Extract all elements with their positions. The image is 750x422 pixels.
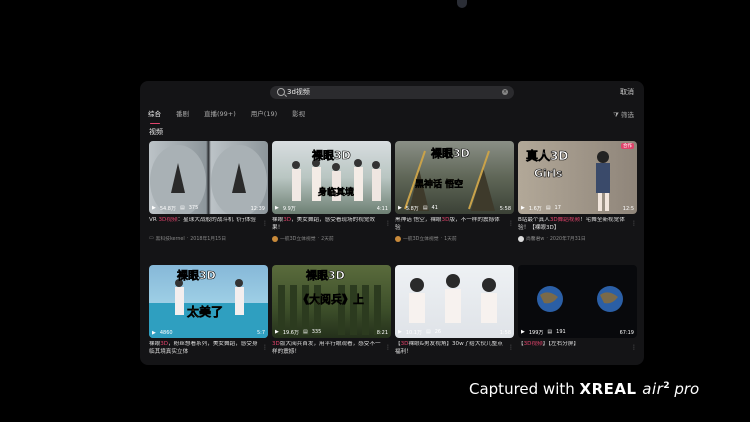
search-input[interactable]: 3d视频 ×	[270, 86, 514, 99]
video-title[interactable]: VR 3D视频：星球大战般的战斗机飞行体验	[149, 217, 259, 232]
video-duration: 12:39	[250, 206, 265, 212]
video-card[interactable]: 裸眼3D 太美了 ▶ 4860 5:7 裸眼3D，粉丝想看系列，美女舞蹈，感受身…	[149, 265, 268, 356]
video-card[interactable]: ▶ 54.8万 ▤ 375 12:39 VR 3D视频：星球大战般的战斗机飞行体…	[149, 141, 268, 242]
thumb-subcaption: 《大阅兵》上	[298, 293, 365, 307]
tab-users[interactable]: 用户(19)	[251, 108, 277, 120]
video-card[interactable]: ▶ 199万 ▤ 191 67:19 【3D视频】【左右分屏】 ⋮	[518, 265, 637, 356]
more-icon[interactable]: ⋮	[385, 220, 391, 227]
thumb-caption: 裸眼3D	[431, 147, 470, 161]
video-stats: ▶ 1.6万 ▤ 17	[521, 205, 561, 212]
coop-badge: 合作	[621, 143, 634, 149]
avatar	[395, 235, 401, 242]
thumb-caption: 裸眼3D	[177, 269, 216, 283]
video-card[interactable]: 裸眼3D 黑神话 悟空 ▶ 5.8万 ▤ 41 5:58 黑神话 悟空，裸眼3D…	[395, 141, 514, 242]
video-title[interactable]: 【3D视频】【左右分屏】	[518, 341, 628, 356]
video-card[interactable]: 真人3D Girls 合作 ▶ 1.6万 ▤ 17 12:5 B站最个真人3D舞…	[518, 141, 637, 242]
thumb-caption: 裸眼3D	[312, 149, 351, 163]
three-girls-image	[409, 274, 497, 323]
video-meta: ▭ 黑科技kernel · 2018年1月15日	[149, 236, 227, 242]
video-duration: 8:21	[376, 330, 388, 336]
video-title[interactable]: 黑神话 悟空，裸眼3D版，不一样的震撼体验	[395, 217, 505, 232]
search-value: 3d视频	[287, 88, 310, 96]
video-thumbnail[interactable]: 裸眼3D 《大阅兵》上 ▶ 19.6万 ▤ 335 8:21	[272, 265, 391, 338]
search-icon	[277, 88, 285, 96]
video-thumbnail[interactable]: ▶ 199万 ▤ 191 67:19	[518, 265, 637, 338]
video-title[interactable]: 【3D裸眼&男友视角】30w了给大伙儿整点福利！	[395, 341, 505, 356]
video-duration: 12:5	[622, 206, 634, 212]
video-card[interactable]: ▶ 10.1万 ▤ 26 1:58 【3D裸眼&男友视角】30w了给大伙儿整点福…	[395, 265, 514, 356]
video-thumbnail[interactable]: ▶ 54.8万 ▤ 375 12:39	[149, 141, 268, 214]
video-thumbnail[interactable]: 真人3D Girls 合作 ▶ 1.6万 ▤ 17 12:5	[518, 141, 637, 214]
avatar	[518, 235, 524, 242]
more-icon[interactable]: ⋮	[385, 344, 391, 351]
filter-button[interactable]: ⧩ 筛选	[613, 109, 634, 120]
video-meta: 一航3D立体视觉 · 2天前	[272, 235, 391, 242]
video-stats: ▶ 9.9万	[275, 205, 296, 212]
tab-movies[interactable]: 影视	[292, 108, 305, 120]
video-stats: ▶ 19.6万 ▤ 335	[275, 329, 322, 336]
thumb-caption: 裸眼3D	[306, 269, 345, 283]
video-thumbnail[interactable]: 裸眼3D 黑神话 悟空 ▶ 5.8万 ▤ 41 5:58	[395, 141, 514, 214]
thumb-subcaption: 身临其境	[318, 188, 355, 199]
thumb-caption: 真人3D	[526, 149, 569, 164]
video-meta: 尚馨君w · 2020年7月31日	[518, 235, 637, 242]
more-icon[interactable]: ⋮	[262, 220, 268, 227]
vr-split-image	[150, 145, 267, 214]
video-card[interactable]: 裸眼3D 身临其境 ▶ 9.9万 4:11 裸眼3D，美女舞蹈，感受看现场的视觉…	[272, 141, 391, 242]
video-title[interactable]: 裸眼3D，粉丝想看系列，美女舞蹈，感受身临其境真实立体	[149, 341, 259, 356]
camera-notch	[457, 0, 467, 8]
video-stats: ▶ 4860	[152, 330, 173, 336]
video-thumbnail[interactable]: 裸眼3D 太美了 ▶ 4860 5:7	[149, 265, 268, 338]
video-duration: 67:19	[619, 330, 634, 336]
video-stats: ▶ 10.1万 ▤ 26	[398, 329, 442, 336]
video-title[interactable]: B站最个真人3D舞蹈视频！宅舞全新视觉体验！【裸眼3D】	[518, 217, 628, 232]
thumb-subcaption: 太美了	[187, 305, 224, 320]
video-duration: 4:11	[376, 206, 388, 212]
video-stats: ▶ 199万 ▤ 191	[521, 329, 566, 336]
video-thumbnail[interactable]: ▶ 10.1万 ▤ 26 1:58	[395, 265, 514, 338]
video-duration: 5:58	[499, 206, 511, 212]
avatar	[272, 235, 278, 242]
section-title: 视频	[149, 128, 163, 136]
thumb-subcaption: Girls	[534, 167, 563, 181]
video-title[interactable]: 3D版大阅兵首发，用平行眼观看，感受不一样的震撼！	[272, 341, 382, 356]
tab-bar: 综合 番剧 直播(99+) 用户(19) 影视	[148, 108, 320, 124]
capture-watermark: Captured with XREAL air2 pro	[469, 380, 700, 398]
filter-label: 筛选	[621, 111, 634, 119]
tab-live[interactable]: 直播(99+)	[204, 108, 236, 120]
video-stats: ▶ 5.8万 ▤ 41	[398, 205, 438, 212]
up-icon: ▭	[149, 236, 154, 241]
video-title[interactable]: 裸眼3D，美女舞蹈，感受看现场的视觉效果！	[272, 217, 382, 232]
earth-image	[537, 286, 623, 312]
video-duration: 5:7	[256, 330, 265, 336]
video-duration: 1:58	[499, 330, 511, 336]
more-icon[interactable]: ⋮	[508, 344, 514, 351]
more-icon[interactable]: ⋮	[508, 220, 514, 227]
video-card[interactable]: 裸眼3D 《大阅兵》上 ▶ 19.6万 ▤ 335 8:21 3D版大阅兵首发，…	[272, 265, 391, 356]
app-window: 3d视频 × 取消 综合 番剧 直播(99+) 用户(19) 影视 ⧩ 筛选 视…	[140, 81, 644, 365]
video-meta: 一航3D立体视觉 · 1天前	[395, 235, 514, 242]
more-icon[interactable]: ⋮	[631, 344, 637, 351]
tab-bangumi[interactable]: 番剧	[176, 108, 189, 120]
more-icon[interactable]: ⋮	[631, 220, 637, 227]
video-thumbnail[interactable]: 裸眼3D 身临其境 ▶ 9.9万 4:11	[272, 141, 391, 214]
cancel-button[interactable]: 取消	[620, 87, 634, 97]
thumb-subcaption: 黑神话 悟空	[415, 180, 464, 191]
video-stats: ▶ 54.8万 ▤ 375	[152, 205, 199, 212]
more-icon[interactable]: ⋮	[262, 344, 268, 351]
tab-all[interactable]: 综合	[148, 108, 161, 124]
clear-icon[interactable]: ×	[502, 89, 508, 95]
